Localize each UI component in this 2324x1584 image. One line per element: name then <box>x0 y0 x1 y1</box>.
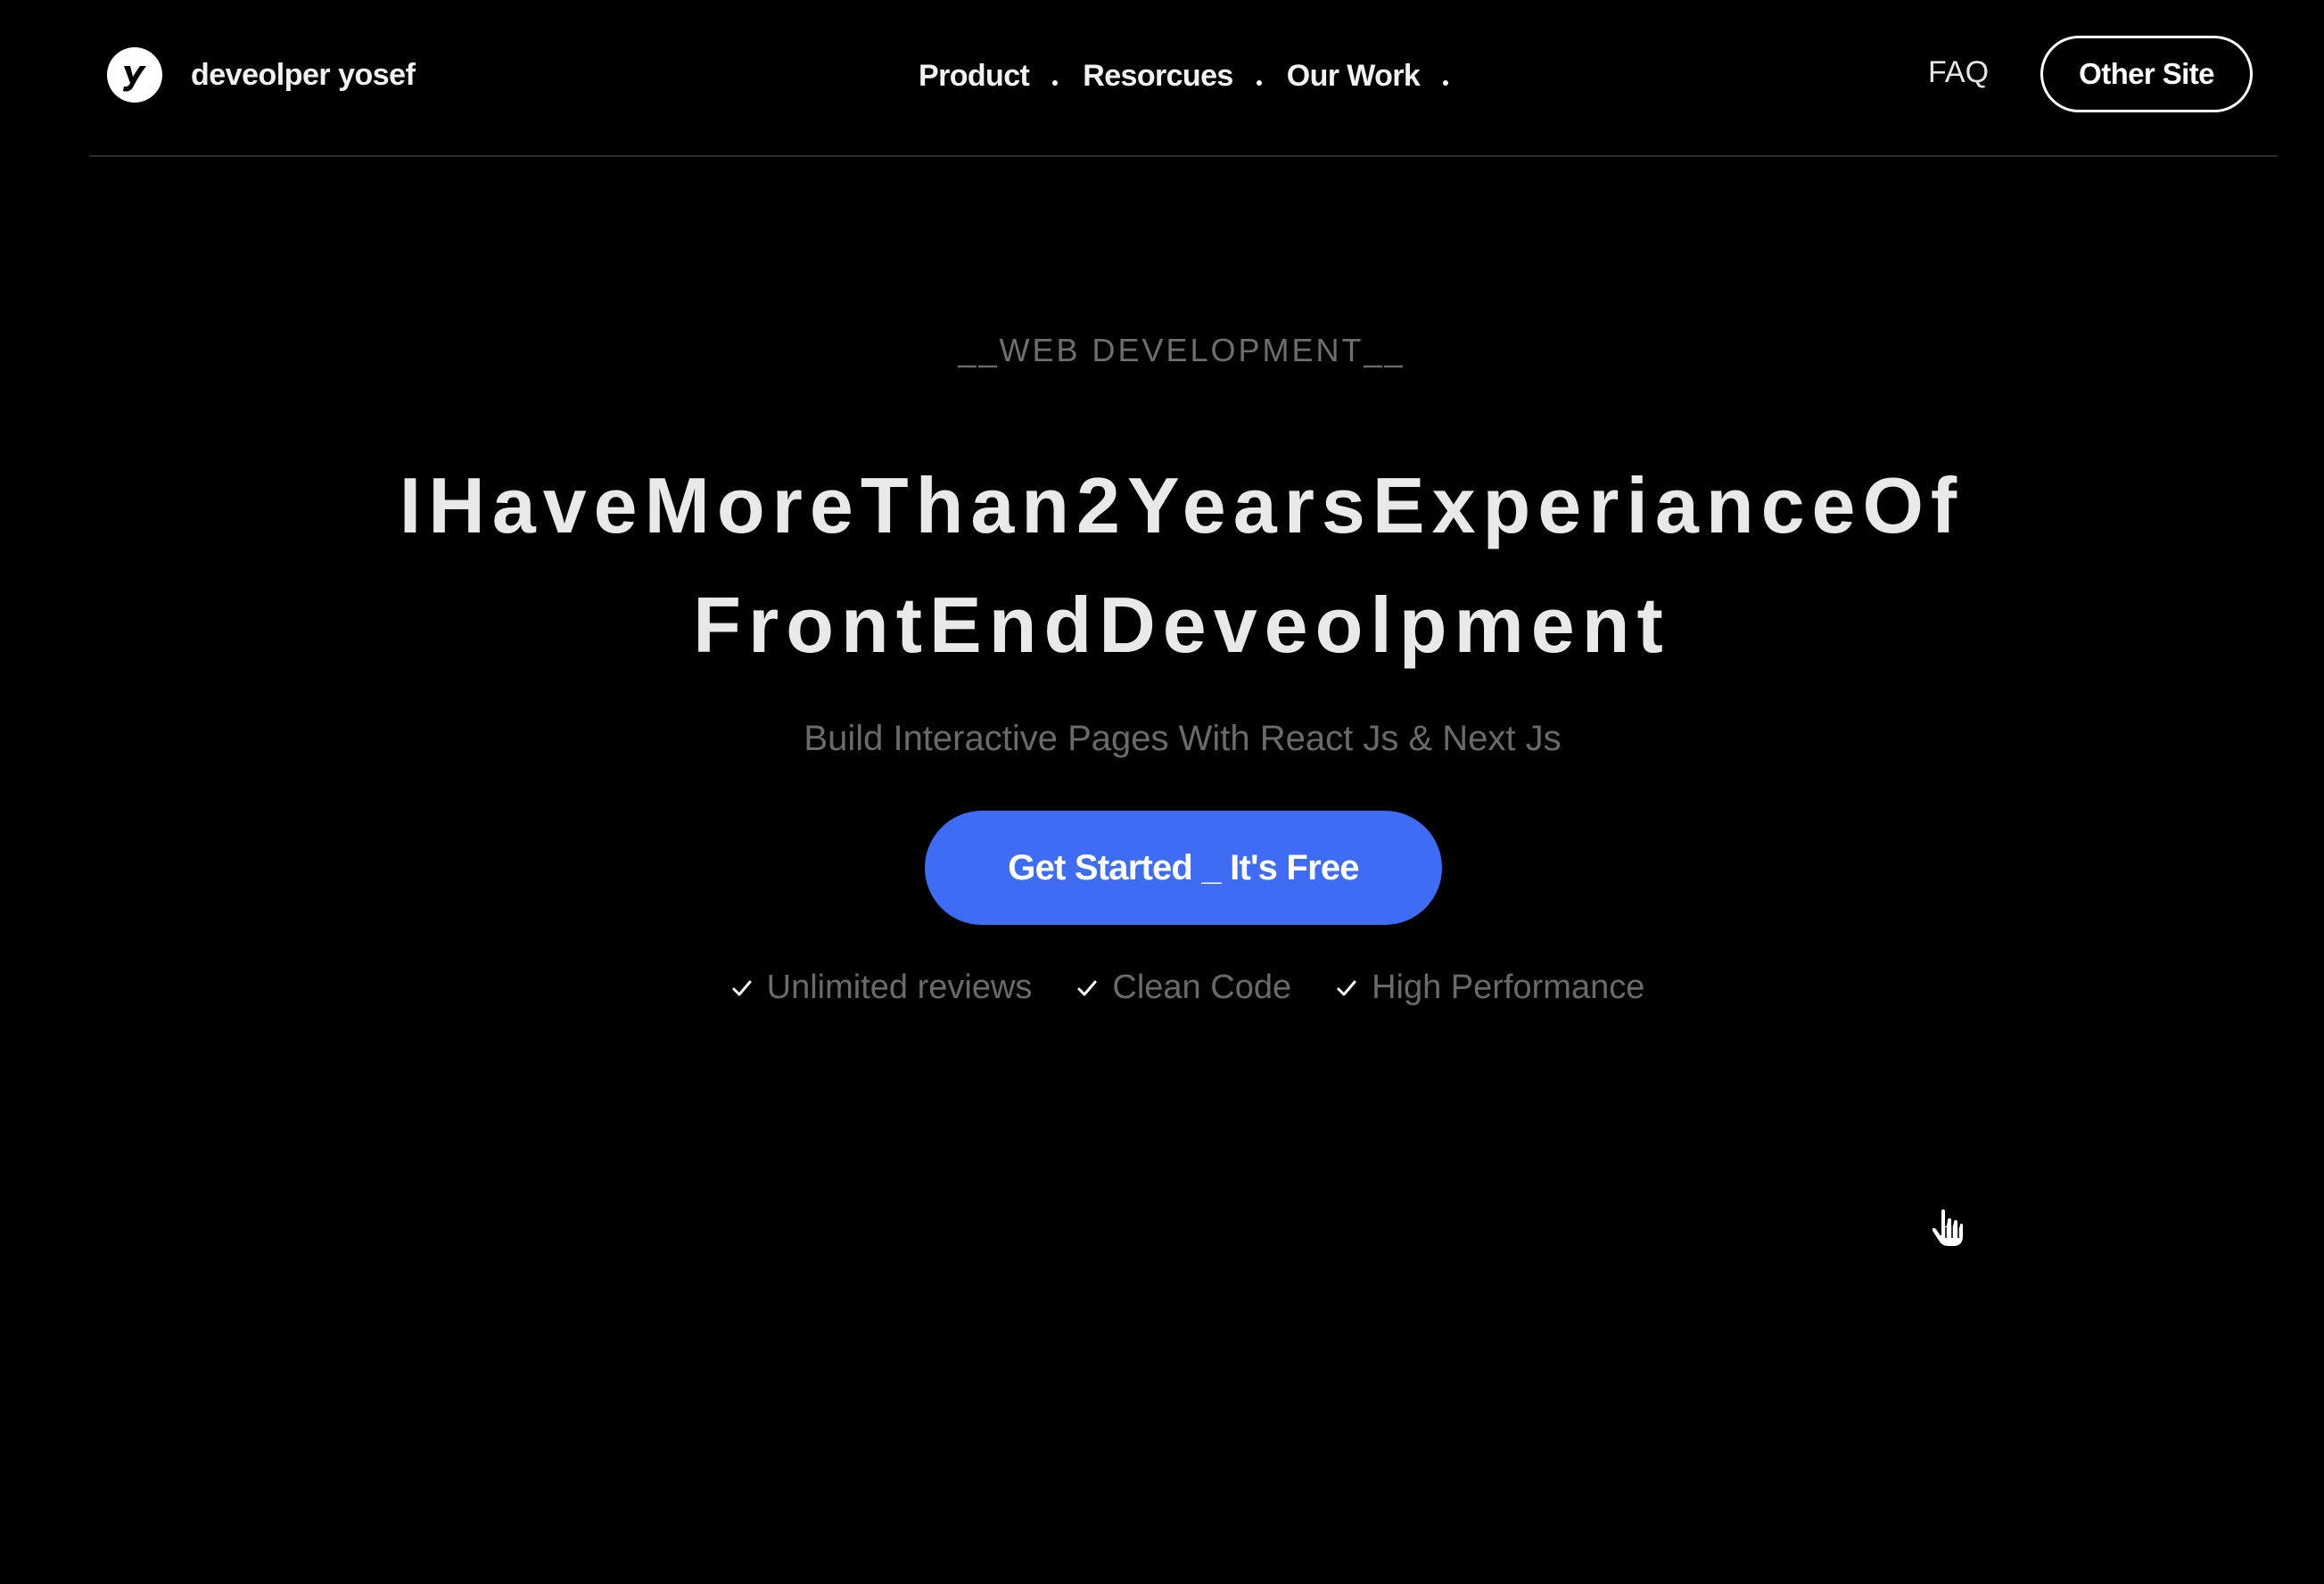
nav-separator-dot <box>1443 80 1449 86</box>
nav-item-product[interactable]: Product <box>919 59 1059 94</box>
feature-label: Clean Code <box>1112 969 1292 1006</box>
check-icon <box>1075 976 1100 1001</box>
feature-label: High Performance <box>1372 969 1645 1006</box>
hand-pointer-cursor-icon <box>1930 1208 1966 1249</box>
other-site-button[interactable]: Other Site <box>2040 36 2253 112</box>
nav-link-our-work[interactable]: Our Work <box>1287 59 1421 94</box>
main-nav: Product Resorcues Our Work <box>919 52 1473 100</box>
nav-item-our-work[interactable]: Our Work <box>1287 59 1449 94</box>
page: deveolper yosef Product Resorcues Our Wo… <box>0 0 2324 1584</box>
check-icon <box>729 976 754 1001</box>
feature-item: High Performance <box>1334 969 1644 1007</box>
feature-item: Clean Code <box>1075 969 1291 1007</box>
brand[interactable]: deveolper yosef <box>107 46 416 103</box>
nav-item-resources[interactable]: Resorcues <box>1083 59 1262 94</box>
check-icon <box>1334 976 1359 1001</box>
hero-headline-line-1: IHaveMoreThan2YearsExperianceOf <box>399 461 1965 549</box>
nav-separator-dot <box>1256 80 1262 86</box>
hero-subtitle: Build Interactive Pages With React Js & … <box>804 719 1562 758</box>
y-logo-icon <box>107 47 162 103</box>
feature-label: Unlimited reviews <box>766 969 1033 1006</box>
feature-list: Unlimited reviews Clean Code High Perfor… <box>0 969 2324 1007</box>
get-started-button[interactable]: Get Started _ It's Free <box>925 811 1442 925</box>
faq-link[interactable]: FAQ <box>1928 55 1989 90</box>
nav-separator-dot <box>1052 80 1059 86</box>
hero-headline-line-2: FrontEndDeveolpment <box>693 581 1670 669</box>
brand-name: deveolper yosef <box>191 57 416 92</box>
feature-item: Unlimited reviews <box>729 969 1033 1007</box>
nav-link-product[interactable]: Product <box>919 59 1030 94</box>
site-header: deveolper yosef Product Resorcues Our Wo… <box>89 0 2278 157</box>
hero-headline: IHaveMoreThan2YearsExperianceOf FrontEnd… <box>0 446 2324 685</box>
nav-link-resources[interactable]: Resorcues <box>1083 59 1233 94</box>
hero-eyebrow: __WEB DEVELOPMENT__ <box>958 332 1405 368</box>
